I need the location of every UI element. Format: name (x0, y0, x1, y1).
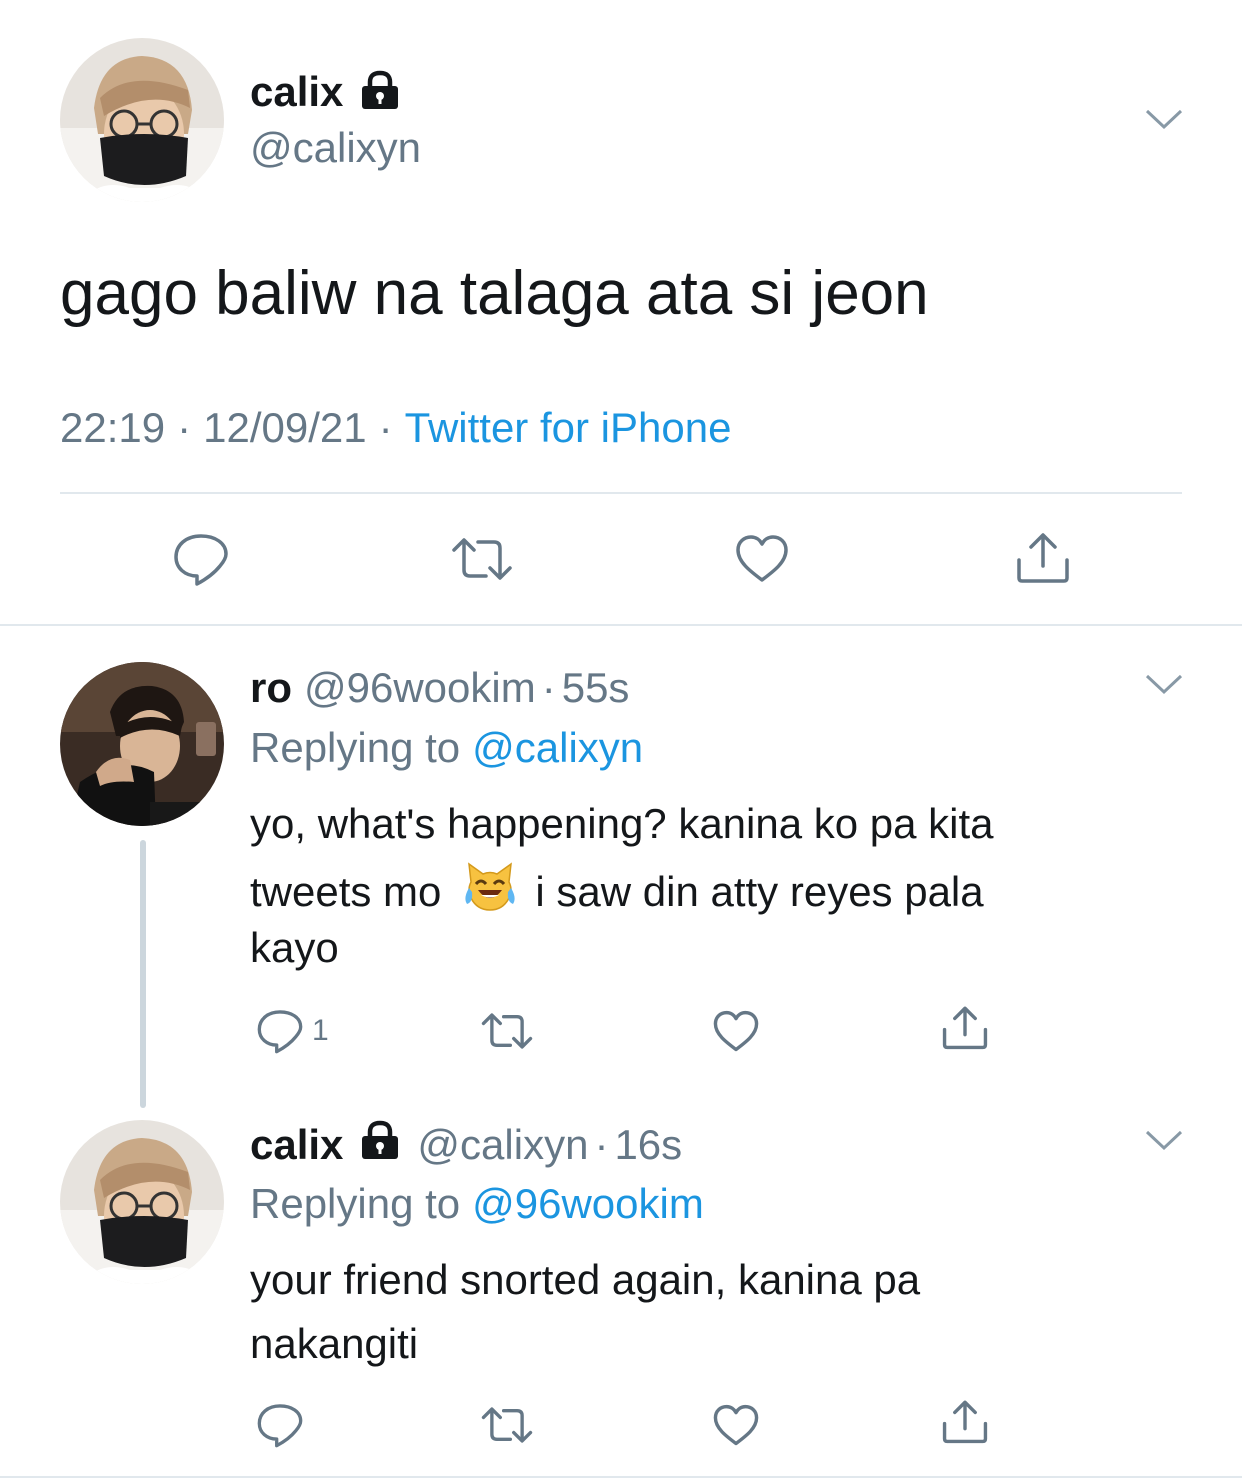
replying-label: Replying to (250, 1180, 461, 1227)
divider (0, 624, 1242, 626)
tweet-source-link[interactable]: Twitter for iPhone (405, 404, 732, 452)
divider (0, 1476, 1242, 1478)
lock-icon (359, 1120, 401, 1170)
reply-icon[interactable] (256, 1402, 304, 1448)
reply-button[interactable]: 1 (256, 1008, 329, 1054)
retweet-icon[interactable] (480, 1404, 534, 1446)
reply1-text-line: kayo (250, 924, 339, 971)
share-icon[interactable] (940, 1004, 990, 1050)
main-tweet-meta: 22:19 · 12/09/21 · Twitter for iPhone (60, 404, 731, 452)
thread-line (140, 840, 146, 1108)
reply1-text-segment: tweets mo (250, 868, 442, 915)
meta-separator: · (177, 404, 192, 451)
reply-icon[interactable] (172, 532, 230, 586)
avatar-calix[interactable] (60, 1120, 224, 1284)
reply2-text-line: nakangiti (250, 1320, 419, 1367)
reply1-text-segment: i saw din atty reyes pala (535, 868, 984, 915)
share-icon[interactable] (940, 1398, 990, 1444)
main-handle[interactable]: @calixyn (250, 124, 421, 172)
avatar-calix[interactable] (60, 38, 224, 202)
reply2-handle[interactable]: @calixyn (417, 1121, 588, 1169)
divider (60, 492, 1182, 494)
reply1-age: 55s (561, 664, 630, 711)
like-icon[interactable] (712, 1404, 760, 1447)
retweet-icon[interactable] (480, 1010, 534, 1052)
main-tweet-text: gago baliw na talaga ata si jeon (60, 259, 929, 328)
reply1-display-name[interactable]: ro (250, 664, 292, 712)
reply2-text-line: your friend snorted again, kanina pa (250, 1256, 921, 1303)
meta-separator: · (594, 1121, 609, 1168)
tweet-time: 22:19 (60, 404, 166, 451)
replying-to-link[interactable]: @calixyn (472, 724, 643, 772)
share-icon[interactable] (1014, 530, 1072, 584)
laughing-cat-emoji (463, 862, 517, 922)
meta-separator: · (541, 664, 556, 711)
replying-label: Replying to (250, 724, 461, 771)
chevron-down-icon[interactable] (1144, 107, 1184, 131)
main-author-row: calix (250, 68, 401, 116)
reply2-author-row: calix @calixyn · 16s (250, 1120, 682, 1170)
reply1-replying-to: Replying to @calixyn (250, 724, 643, 772)
reply2-age: 16s (614, 1121, 683, 1168)
reply2-display-name[interactable]: calix (250, 1121, 343, 1169)
reply1-author-row: ro @96wookim · 55s (250, 664, 629, 712)
reply1-text-line: yo, what's happening? kanina ko pa kita (250, 800, 994, 847)
reply-icon[interactable] (256, 1008, 304, 1054)
reply-count: 1 (312, 1014, 329, 1047)
tweet-date: 12/09/21 (203, 404, 367, 451)
chevron-down-icon[interactable] (1144, 672, 1184, 696)
meta-separator: · (378, 404, 393, 451)
replying-to-link[interactable]: @96wookim (472, 1180, 704, 1228)
lock-icon (359, 70, 401, 115)
avatar-ro[interactable] (60, 662, 224, 826)
chevron-down-icon[interactable] (1144, 1128, 1184, 1152)
like-icon[interactable] (734, 534, 790, 584)
reply1-text-line: tweets mo i saw din atty reyes pala (250, 862, 984, 922)
retweet-icon[interactable] (450, 534, 514, 584)
main-display-name[interactable]: calix (250, 68, 343, 116)
reply1-handle[interactable]: @96wookim (304, 664, 536, 712)
reply2-replying-to: Replying to @96wookim (250, 1180, 704, 1228)
like-icon[interactable] (712, 1010, 760, 1053)
